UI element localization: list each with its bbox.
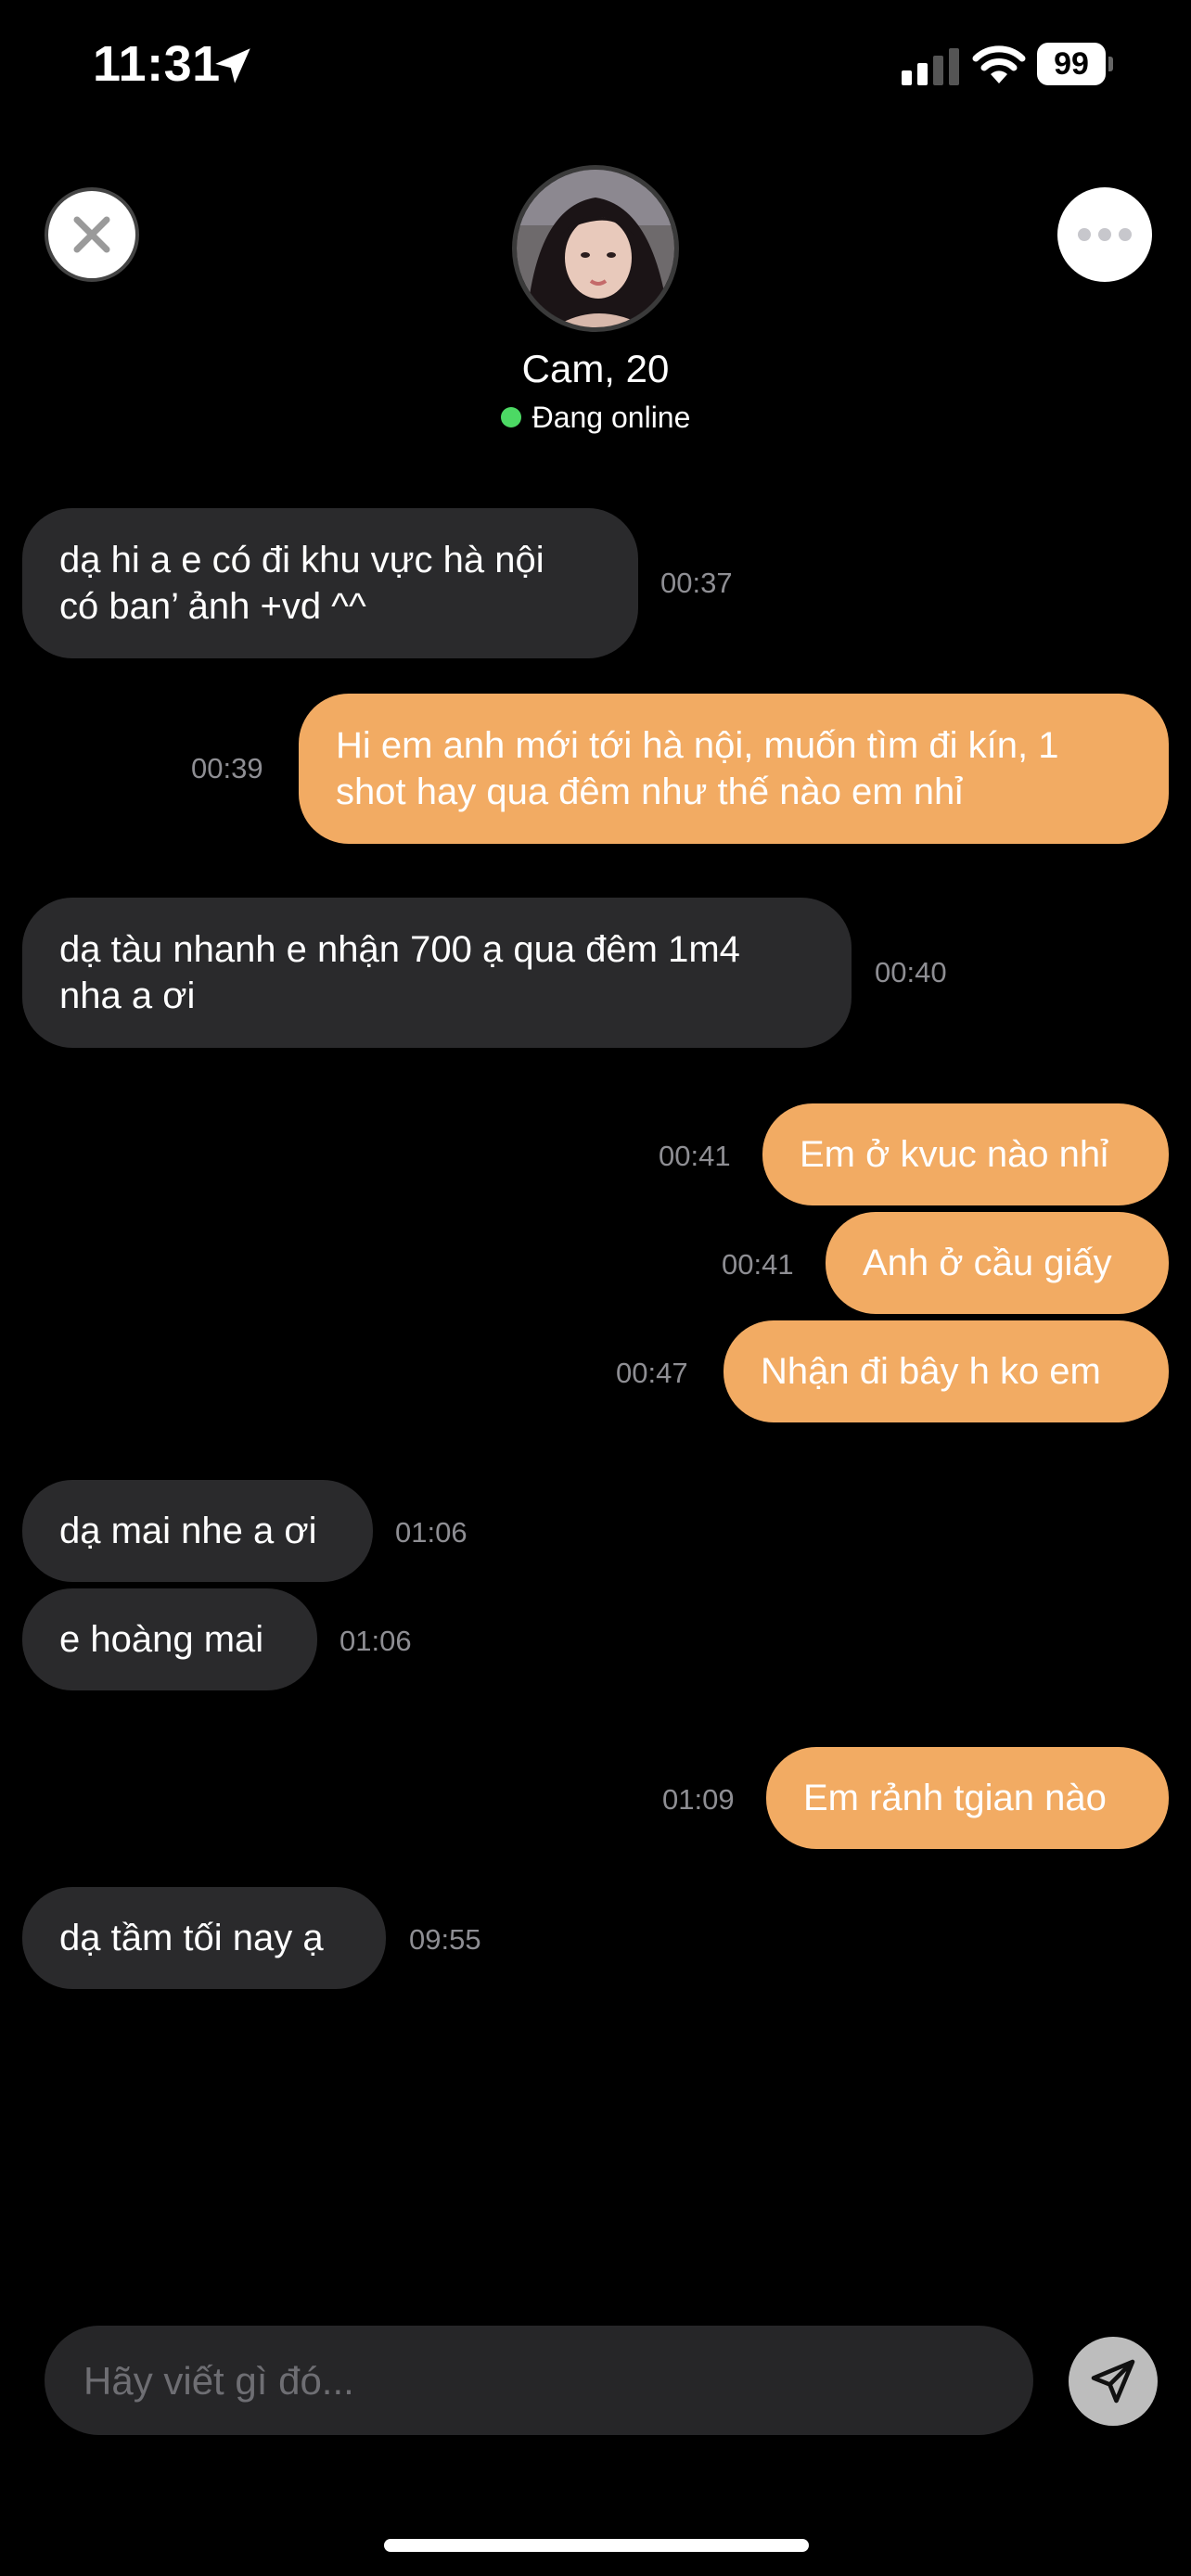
- contact-name: Cam, 20: [521, 347, 670, 390]
- message-time: 00:47: [616, 1357, 688, 1389]
- home-indicator[interactable]: [384, 2539, 809, 2552]
- online-status: Đang online: [0, 401, 1191, 435]
- message-time: 09:55: [409, 1923, 481, 1956]
- close-icon: [73, 216, 110, 253]
- status-time: 11:31: [93, 36, 221, 92]
- location-arrow-icon: [215, 48, 250, 83]
- message-bubble-incoming[interactable]: dạ mai nhe a ơi: [22, 1480, 373, 1582]
- send-icon: [1091, 2359, 1135, 2404]
- message-bubble-outgoing[interactable]: Anh ở cầu giấy: [826, 1212, 1169, 1314]
- message-time: 00:41: [722, 1248, 794, 1281]
- message-time: 01:06: [395, 1516, 467, 1549]
- online-status-label: Đang online: [531, 401, 691, 434]
- message-time: 00:40: [875, 956, 947, 988]
- message-bubble-incoming[interactable]: dạ hi a e có đi khu vực hà nội có ban’ ả…: [22, 508, 638, 658]
- message-time: 00:37: [660, 567, 733, 599]
- more-icon: [1078, 228, 1132, 241]
- message-bubble-incoming[interactable]: e hoàng mai: [22, 1588, 317, 1690]
- avatar-photo: [517, 170, 674, 327]
- avatar[interactable]: [512, 165, 679, 332]
- battery-level: 99: [1037, 43, 1106, 85]
- message-bubble-outgoing[interactable]: Nhận đi bây h ko em: [724, 1320, 1169, 1422]
- message-bubble-incoming[interactable]: dạ tàu nhanh e nhận 700 ạ qua đêm 1m4 nh…: [22, 898, 852, 1048]
- more-options-button[interactable]: [1057, 187, 1152, 282]
- wifi-icon: [972, 45, 1026, 83]
- message-time: 00:39: [191, 752, 263, 784]
- message-bubble-outgoing[interactable]: Em ở kvuc nào nhỉ: [762, 1103, 1169, 1205]
- message-bubble-incoming[interactable]: dạ tầm tối nay ạ: [22, 1887, 386, 1989]
- send-button[interactable]: [1069, 2337, 1158, 2426]
- battery-icon: 99: [1037, 43, 1113, 87]
- message-bubble-outgoing[interactable]: Em rảnh tgian nào: [766, 1747, 1169, 1849]
- message-composer: [45, 2326, 1033, 2437]
- message-time: 00:41: [659, 1140, 731, 1172]
- message-time: 01:06: [339, 1625, 412, 1657]
- close-button[interactable]: [45, 187, 139, 282]
- message-input[interactable]: [82, 2326, 994, 2437]
- online-dot-icon: [500, 406, 521, 427]
- message-time: 01:09: [662, 1783, 735, 1816]
- signal-icon: [902, 48, 959, 85]
- message-bubble-outgoing[interactable]: Hi em anh mới tới hà nội, muốn tìm đi kí…: [299, 694, 1169, 844]
